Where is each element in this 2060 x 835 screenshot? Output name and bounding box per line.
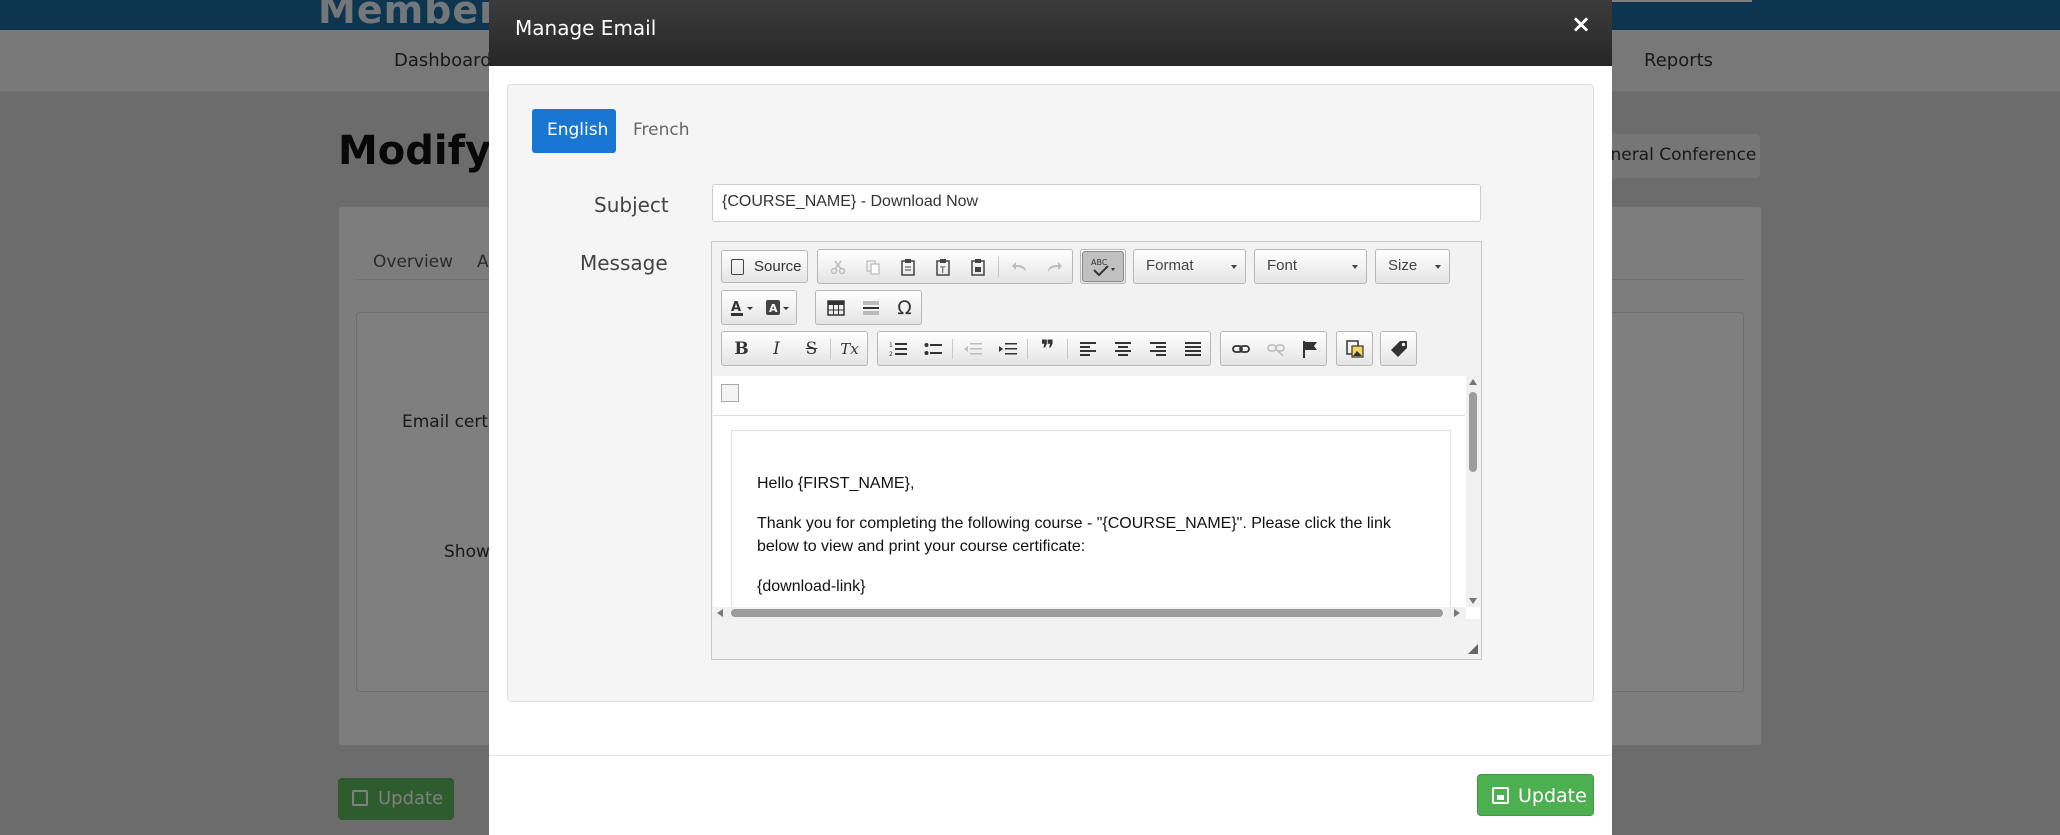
manage-email-modal: Manage Email × English French Subject {C… <box>489 0 1612 835</box>
source-button[interactable]: Source <box>721 250 808 283</box>
horizontal-scrollbar[interactable] <box>713 607 1466 619</box>
svg-text:A: A <box>731 300 741 315</box>
modal-title: Manage Email <box>515 16 657 40</box>
message-label: Message <box>580 251 668 275</box>
scroll-up-icon[interactable] <box>1469 379 1477 385</box>
text-color-icon[interactable]: A <box>724 291 759 324</box>
toolbar-separator <box>952 339 953 359</box>
decrease-indent-icon[interactable] <box>955 332 990 365</box>
italic-icon[interactable]: I <box>759 332 794 365</box>
toolbar-separator <box>1027 339 1028 359</box>
toolbar-separator <box>1067 339 1068 359</box>
download-link-placeholder: {download-link} <box>757 578 866 595</box>
paragraph-group: 12 ❞ <box>877 331 1211 366</box>
spellcheck-icon[interactable]: ABC <box>1082 251 1124 282</box>
tab-english[interactable]: English <box>532 109 616 153</box>
placeholder-group <box>1380 331 1417 366</box>
vertical-scroll-thumb[interactable] <box>1469 392 1477 472</box>
svg-text:2: 2 <box>889 351 893 357</box>
size-dropdown-label: Size <box>1388 257 1418 274</box>
insert-group: Ω <box>815 290 922 325</box>
basic-styles-group: B I S Tx <box>721 331 868 366</box>
chevron-down-icon <box>1435 265 1441 269</box>
save-icon <box>1492 787 1509 804</box>
remove-format-icon[interactable]: Tx <box>832 332 867 365</box>
scroll-down-icon[interactable] <box>1469 598 1477 604</box>
close-icon[interactable]: × <box>1571 10 1591 38</box>
anchor-flag-icon[interactable] <box>1292 332 1327 365</box>
email-body-line-2: below to view and print your course cert… <box>757 538 1086 555</box>
vertical-scrollbar[interactable] <box>1466 376 1480 607</box>
strikethrough-icon[interactable]: S <box>794 332 829 365</box>
link-icon[interactable] <box>1223 332 1258 365</box>
align-justify-icon[interactable] <box>1175 332 1210 365</box>
paste-text-icon[interactable]: T <box>925 250 960 283</box>
cut-icon[interactable] <box>820 250 855 283</box>
svg-text:ABC: ABC <box>1091 258 1108 267</box>
editor-content-area[interactable]: Hello {FIRST_NAME}, Thank you for comple… <box>713 376 1480 619</box>
links-group <box>1220 331 1327 366</box>
background-color-icon[interactable]: A <box>760 291 795 324</box>
copy-icon[interactable] <box>855 250 890 283</box>
source-label: Source <box>754 258 802 275</box>
content-divider <box>713 415 1465 416</box>
blockquote-icon[interactable]: ❞ <box>1030 332 1065 365</box>
scroll-right-icon[interactable] <box>1454 609 1460 617</box>
align-right-icon[interactable] <box>1140 332 1175 365</box>
font-dropdown-label: Font <box>1267 257 1298 274</box>
chevron-down-icon <box>1231 265 1237 269</box>
horizontal-line-icon[interactable] <box>853 291 888 324</box>
svg-text:A: A <box>769 302 778 315</box>
align-left-icon[interactable] <box>1070 332 1105 365</box>
special-character-icon[interactable]: Ω <box>887 291 922 324</box>
toolbar-separator <box>998 257 999 277</box>
align-center-icon[interactable] <box>1105 332 1140 365</box>
horizontal-scroll-thumb[interactable] <box>731 609 1443 617</box>
scroll-left-icon[interactable] <box>717 609 723 617</box>
paste-icon[interactable] <box>890 250 925 283</box>
bulleted-list-icon[interactable] <box>915 332 950 365</box>
color-group: A A <box>721 290 797 325</box>
source-icon <box>731 259 744 275</box>
increase-indent-icon[interactable] <box>990 332 1025 365</box>
spellcheck-group: ABC <box>1080 249 1126 284</box>
font-dropdown[interactable]: Font <box>1254 249 1367 284</box>
redo-icon[interactable] <box>1036 250 1071 283</box>
tab-french[interactable]: French <box>618 109 705 153</box>
modal-header: Manage Email × <box>489 0 1612 66</box>
update-button-label: Update <box>1518 785 1587 807</box>
tag-icon[interactable] <box>1381 332 1416 365</box>
update-button[interactable]: Update <box>1477 774 1594 816</box>
resize-handle-icon[interactable] <box>1468 644 1478 654</box>
modal-footer-divider <box>489 755 1612 756</box>
table-icon[interactable] <box>818 291 853 324</box>
image-icon[interactable] <box>1337 332 1372 365</box>
size-dropdown[interactable]: Size <box>1375 249 1450 284</box>
image-group <box>1336 331 1373 366</box>
undo-icon[interactable] <box>1002 250 1037 283</box>
format-dropdown[interactable]: Format <box>1133 249 1246 284</box>
rich-text-editor: Source T ABC Format Font Size A A Ω B I … <box>711 241 1482 660</box>
numbered-list-icon[interactable]: 12 <box>880 332 915 365</box>
clipboard-group: T <box>817 249 1073 284</box>
svg-text:T: T <box>939 266 946 276</box>
paste-word-icon[interactable] <box>960 250 995 283</box>
toolbar-separator <box>830 339 831 359</box>
email-body-line-1: Thank you for completing the following c… <box>757 515 1391 532</box>
email-greeting: Hello {FIRST_NAME}, <box>757 475 915 492</box>
unlink-icon[interactable] <box>1258 332 1293 365</box>
chevron-down-icon <box>1352 265 1358 269</box>
broken-image-icon <box>721 384 739 402</box>
bold-icon[interactable]: B <box>724 332 759 365</box>
modal-body-panel: English French Subject {COURSE_NAME} - D… <box>507 84 1594 702</box>
svg-text:1: 1 <box>889 342 893 349</box>
format-dropdown-label: Format <box>1146 257 1194 274</box>
subject-input[interactable]: {COURSE_NAME} - Download Now <box>712 184 1481 222</box>
subject-label: Subject <box>594 193 669 217</box>
